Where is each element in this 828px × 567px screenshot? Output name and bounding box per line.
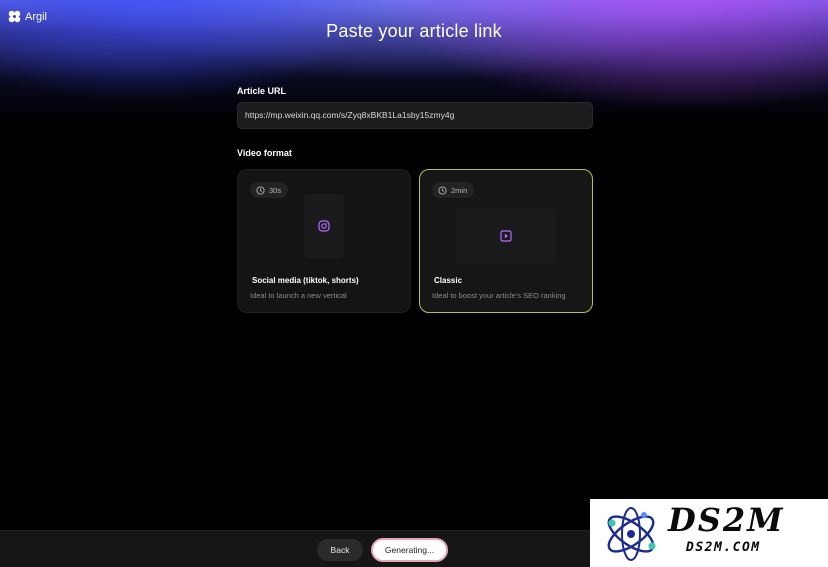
atom-logo-icon: [607, 507, 656, 561]
format-description: Ideal to launch a new vertical: [250, 291, 347, 300]
watermark-subtitle: DS2M.COM: [686, 540, 761, 555]
vertical-video-preview: [304, 194, 344, 258]
generate-button[interactable]: Generating...: [371, 538, 448, 562]
format-title: Classic: [434, 276, 463, 285]
format-option-classic[interactable]: 2min Classic Ideal to boost your article…: [419, 169, 593, 313]
watermark-title: DS2M: [668, 501, 785, 539]
article-url-label: Article URL: [237, 86, 287, 96]
format-title: Social media (tiktok, shorts): [252, 276, 359, 285]
instagram-icon: [318, 220, 330, 232]
duration-text: 2min: [451, 185, 468, 195]
horizontal-video-preview: [456, 208, 556, 264]
duration-text: 30s: [269, 185, 282, 195]
clock-icon: [438, 185, 447, 195]
video-format-label: Video format: [237, 148, 292, 158]
duration-badge: 2min: [432, 182, 475, 198]
duration-badge: 30s: [250, 182, 289, 198]
format-description: Ideal to boost your article's SEO rankin…: [432, 291, 566, 300]
format-option-social[interactable]: 30s Social media (tiktok, shorts) Ideal …: [237, 169, 411, 313]
play-icon: [500, 230, 512, 242]
app-page: Argil Paste your article link Article UR…: [0, 0, 828, 567]
article-url-input[interactable]: https://mp.weixin.qq.com/s/Zyq8xBKB1La1s…: [237, 102, 593, 129]
back-button[interactable]: Back: [317, 539, 363, 561]
clock-icon: [256, 185, 265, 195]
watermark-logo: DS2M DS2M.COM: [590, 499, 828, 567]
page-title: Paste your article link: [326, 21, 502, 41]
